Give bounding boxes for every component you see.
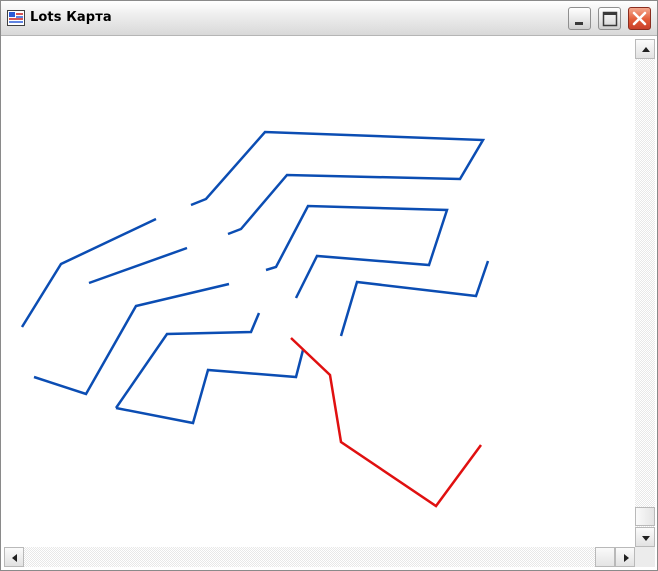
vertical-scrollbar[interactable] xyxy=(635,39,655,547)
minimize-icon xyxy=(575,22,583,25)
client-area xyxy=(4,36,655,569)
minimize-button[interactable] xyxy=(568,7,591,30)
vertical-scroll-thumb[interactable] xyxy=(635,507,655,526)
close-icon xyxy=(632,11,647,26)
maximize-icon xyxy=(602,11,618,27)
app-map-icon[interactable] xyxy=(7,10,25,26)
scroll-up-button[interactable] xyxy=(635,39,655,59)
lot-line xyxy=(114,312,261,409)
scrollbar-corner xyxy=(635,547,655,567)
window-title: Lots Карта xyxy=(30,10,112,25)
arrow-up-icon xyxy=(642,47,650,52)
map-canvas[interactable] xyxy=(4,36,635,547)
path-line xyxy=(290,337,483,508)
lot-line xyxy=(339,260,490,337)
maximize-button[interactable] xyxy=(598,7,621,30)
horizontal-scrollbar[interactable] xyxy=(4,547,635,567)
lot-line xyxy=(88,246,188,285)
title-bar[interactable]: Lots Карта xyxy=(1,1,657,36)
scroll-left-button[interactable] xyxy=(4,547,24,567)
lot-line xyxy=(190,130,486,236)
arrow-left-icon xyxy=(12,554,17,562)
horizontal-scroll-thumb[interactable] xyxy=(595,547,615,567)
scroll-right-button[interactable] xyxy=(615,547,635,567)
app-window: Lots Карта xyxy=(0,0,658,571)
lot-line xyxy=(20,217,157,328)
arrow-down-icon xyxy=(642,536,650,541)
lot-line xyxy=(33,282,230,396)
close-button[interactable] xyxy=(628,7,651,30)
lot-line xyxy=(115,349,305,425)
scroll-down-button[interactable] xyxy=(635,527,655,547)
arrow-right-icon xyxy=(624,554,629,562)
